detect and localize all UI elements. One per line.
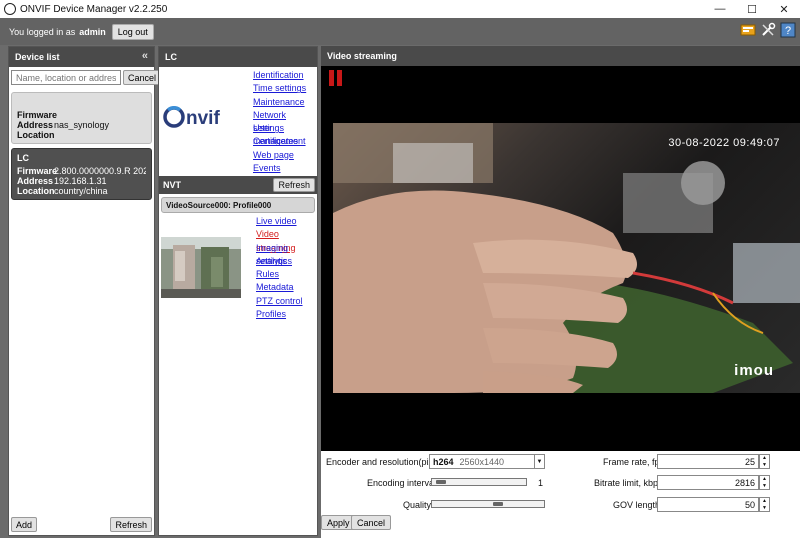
spin-down-icon[interactable]: ▼ (760, 483, 769, 490)
link-analytics[interactable]: Analytics (256, 255, 317, 268)
link-rules[interactable]: Rules (256, 268, 317, 281)
license-icon[interactable] (740, 22, 756, 38)
link-live-video[interactable]: Live video (256, 215, 317, 228)
window-title: ONVIF Device Manager v2.2.250 (20, 3, 168, 15)
bitrate-value: 2816 (734, 477, 755, 488)
link-network-settings[interactable]: Network settings (253, 109, 317, 133)
device-panel: LC nvif Identification Time settings Mai… (158, 46, 318, 536)
cancel-button[interactable]: Cancel (351, 515, 392, 530)
frame-rate-spinner[interactable]: ▲ ▼ (759, 454, 770, 469)
location-label: Location (17, 186, 55, 196)
onvif-logo-text: nvif (186, 108, 220, 129)
video-thumbnail (161, 237, 241, 298)
video-timestamp: 30-08-2022 09:49:07 (668, 137, 780, 149)
link-events[interactable]: Events (253, 162, 317, 175)
frame-rate-label: Frame rate, fps (603, 457, 665, 467)
device-name (17, 97, 146, 110)
encoder-select[interactable]: h264 2560x1440 ▼ (429, 454, 545, 469)
link-metadata[interactable]: Metadata (256, 281, 317, 294)
video-streaming-header: Video streaming (321, 46, 800, 66)
device-item-lc[interactable]: LC Firmware2.800.0000000.9.R 2022-06- Ad… (11, 148, 152, 200)
profile-selector[interactable]: VideoSource000: Profile000 (161, 197, 315, 213)
device-panel-header: LC (159, 47, 317, 67)
encoding-interval-value: 1 (538, 478, 544, 488)
device-list-panel: Device list « Cancel Firmware Addressnas… (8, 46, 162, 536)
link-imaging-settings[interactable]: Imaging settings (256, 242, 317, 266)
svg-text:?: ? (785, 25, 791, 37)
video-streaming-panel: Video streaming 30-08-2022 09:49:07 imou (321, 46, 800, 538)
slider-thumb[interactable] (436, 480, 446, 484)
firmware-label: Firmware (17, 110, 58, 120)
firmware-label: Firmware (17, 166, 58, 176)
slider-thumb[interactable] (493, 502, 503, 506)
frame-rate-field[interactable]: 25 ▲ ▼ (657, 454, 770, 469)
camera-brand-watermark: imou (734, 362, 774, 379)
quality-label: Quality (403, 500, 432, 510)
location-value: country/china (54, 186, 108, 196)
logout-button[interactable]: Log out (111, 23, 154, 40)
gov-length-label: GOV length (613, 500, 661, 510)
link-user-management[interactable]: User management (253, 122, 317, 146)
link-maintenance[interactable]: Maintenance (253, 96, 317, 109)
device-name: LC (17, 153, 29, 163)
link-web-page[interactable]: Web page (253, 149, 317, 162)
nvt-header: NVT Refresh (159, 176, 317, 194)
encoding-interval-slider[interactable] (431, 478, 527, 486)
device-list-header: Device list « (9, 47, 154, 67)
link-certificates[interactable]: Certificates (253, 135, 317, 148)
gov-length-value: 50 (744, 499, 755, 510)
device-list-title: Device list (15, 52, 60, 62)
encoder-value: h264 (433, 456, 454, 467)
resolution-value: 2560x1440 (459, 456, 505, 467)
location-label: Location (17, 130, 55, 140)
nvt-title: NVT (163, 180, 181, 190)
frame-rate-value: 25 (744, 456, 755, 467)
bitrate-label: Bitrate limit, kbps (594, 478, 663, 488)
title-bar: ONVIF Device Manager v2.2.250 — ☐ ✕ (0, 0, 800, 18)
address-label: Address (17, 120, 54, 130)
onvif-app-icon (4, 3, 16, 15)
video-streaming-title: Video streaming (327, 51, 397, 61)
address-value: nas_synology (54, 120, 110, 130)
chevron-down-icon[interactable]: ▼ (534, 455, 544, 468)
video-player[interactable]: 30-08-2022 09:49:07 imou (321, 66, 800, 451)
link-identification[interactable]: Identification (253, 69, 317, 82)
link-video-streaming[interactable]: Video streaming (256, 228, 317, 252)
stream-settings: Encoder and resolution(pixels) h264 2560… (321, 451, 800, 538)
gov-length-field[interactable]: 50 ▲ ▼ (657, 497, 770, 512)
quality-slider[interactable] (431, 500, 545, 508)
address-label: Address (17, 176, 54, 186)
username: admin (79, 26, 106, 37)
maximize-button[interactable]: ☐ (736, 0, 768, 18)
device-search-input[interactable] (11, 70, 121, 85)
pause-icon[interactable] (329, 70, 342, 86)
settings-icon[interactable] (760, 22, 776, 38)
spin-down-icon[interactable]: ▼ (760, 462, 769, 469)
gov-length-spinner[interactable]: ▲ ▼ (759, 497, 770, 512)
bitrate-field[interactable]: 2816 ▲ ▼ (657, 475, 770, 490)
device-panel-title: LC (165, 52, 177, 62)
link-time-settings[interactable]: Time settings (253, 82, 317, 95)
nvt-refresh-button[interactable]: Refresh (273, 178, 315, 192)
spin-down-icon[interactable]: ▼ (760, 505, 769, 512)
onvif-logo: nvif (163, 103, 241, 131)
video-frame: 30-08-2022 09:49:07 imou (333, 123, 800, 393)
login-bar: You logged in as admin Log out ? (0, 18, 800, 45)
link-ptz-control[interactable]: PTZ control (256, 295, 317, 308)
help-icon[interactable]: ? (780, 22, 796, 38)
logged-in-label: You logged in as (9, 26, 76, 37)
close-button[interactable]: ✕ (768, 0, 800, 18)
refresh-devices-button[interactable]: Refresh (110, 517, 152, 532)
encoding-interval-label: Encoding interval (367, 478, 437, 488)
address-value: 192.168.1.31 (54, 176, 107, 186)
bitrate-spinner[interactable]: ▲ ▼ (759, 475, 770, 490)
minimize-button[interactable]: — (704, 0, 736, 18)
add-device-button[interactable]: Add (11, 517, 38, 532)
firmware-value: 2.800.0000000.9.R 2022-06- (54, 166, 146, 176)
collapse-icon[interactable]: « (142, 50, 148, 62)
link-profiles[interactable]: Profiles (256, 308, 317, 321)
device-item-nas[interactable]: Firmware Address nas_synology Location (11, 92, 152, 144)
search-cancel-button[interactable]: Cancel (123, 70, 162, 85)
